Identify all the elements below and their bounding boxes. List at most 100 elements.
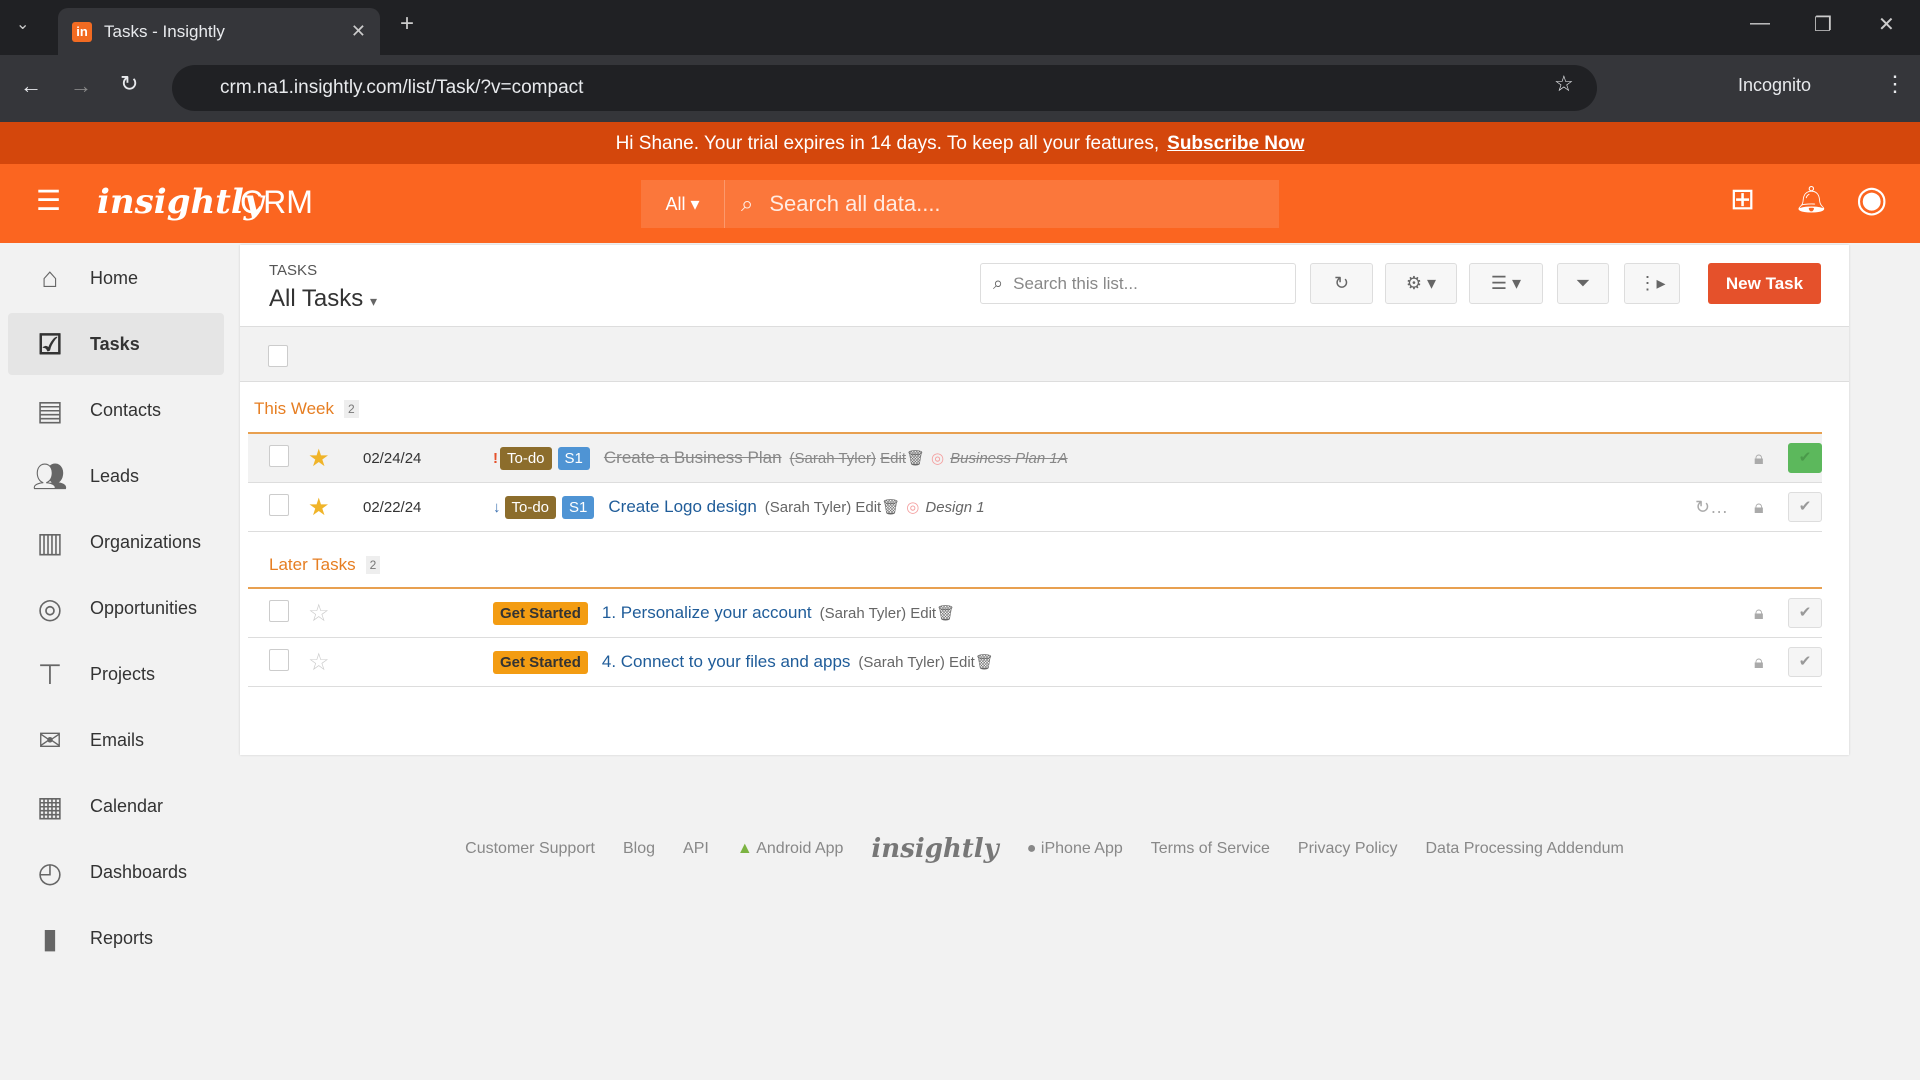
target-icon: ◎ [37,592,63,624]
task-title-link[interactable]: 4. Connect to your files and apps [602,652,851,672]
star-empty-icon[interactable]: ☆ [308,648,363,677]
star-empty-icon[interactable]: ☆ [308,599,363,628]
incognito-label[interactable]: Incognito [1738,75,1811,96]
restore-icon[interactable]: ❐ [1814,12,1832,37]
url-field[interactable]: crm.na1.insightly.com/list/Task/?v=compa… [172,65,1597,111]
sidebar-item-organizations[interactable]: ▥ Organizations [8,511,224,573]
related-record-link[interactable]: Design 1 [925,499,984,516]
footer-link-dpa[interactable]: Data Processing Addendum [1426,840,1624,858]
list-search-input[interactable]: ⌕ Search this list... [980,263,1296,304]
footer-link-iphone-app[interactable]: ● iPhone App [1027,840,1123,858]
insightly-logo[interactable]: insightly [97,182,264,222]
group-header-this-week[interactable]: This Week 2 [254,399,359,419]
bar-chart-icon: ▮ [42,922,58,954]
view-mode-dropdown[interactable]: ☰ ▾ [1469,263,1543,304]
search-scope-dropdown[interactable]: All ▾ [641,180,725,228]
star-filled-icon[interactable]: ★ [308,444,363,473]
add-icon[interactable]: ⊞ [1730,182,1755,217]
star-filled-icon[interactable]: ★ [308,493,363,522]
browser-tab-bar: ⌄ in Tasks - Insightly ✕ + — ❐ ✕ [0,0,1920,55]
trash-icon[interactable]: 🗑︎ [906,449,925,467]
group-count: 2 [344,400,359,418]
global-search-input[interactable]: Search all data.... [753,191,940,217]
sidebar-item-tasks[interactable]: ☑ Tasks [8,313,224,375]
sidebar-item-emails[interactable]: ✉ Emails [8,709,224,771]
footer-link-privacy[interactable]: Privacy Policy [1298,840,1398,858]
sidebar-item-opportunities[interactable]: ◎ Opportunities [8,577,224,639]
edit-link[interactable]: Edit [855,499,881,516]
task-checkbox[interactable] [269,649,289,671]
filter-button[interactable]: ⏷ [1557,263,1609,304]
subscribe-now-link[interactable]: Subscribe Now [1167,133,1304,155]
sidebar-item-dashboards[interactable]: ◴ Dashboards [8,841,224,903]
sidebar-item-reports[interactable]: ▮ Reports [8,907,224,969]
trash-icon[interactable]: 🗑︎ [881,498,900,516]
edit-link[interactable]: Edit [880,450,906,467]
close-window-icon[interactable]: ✕ [1878,12,1895,37]
task-row[interactable]: ★ 02/24/24 ! To-do S1 Create a Business … [248,434,1822,483]
task-checkbox[interactable] [269,494,289,516]
sidebar-item-calendar[interactable]: ▦ Calendar [8,775,224,837]
task-title-link[interactable]: 1. Personalize your account [602,603,812,623]
task-row[interactable]: ☆ Get Started 4. Connect to your files a… [248,638,1822,687]
task-row[interactable]: ☆ Get Started 1. Personalize your accoun… [248,589,1822,638]
status-badge: Get Started [493,601,588,625]
sidebar-item-contacts[interactable]: ▤ Contacts [8,379,224,441]
footer-link-blog[interactable]: Blog [623,840,655,858]
section-label: TASKS [269,262,318,279]
task-checkbox[interactable] [269,600,289,622]
sidebar-item-home[interactable]: ⌂ Home [8,247,224,309]
group-header-later-tasks[interactable]: Later Tasks 2 [269,555,381,575]
projects-icon: ⊤ [37,658,63,690]
close-tab-icon[interactable]: ✕ [351,21,366,42]
global-search[interactable]: All ▾ ⌕ Search all data.... [641,180,1279,228]
sidebar-label: Leads [90,465,140,486]
complete-task-toggle[interactable]: ✔ [1788,492,1822,522]
footer-link-customer-support[interactable]: Customer Support [465,840,595,858]
related-record-link[interactable]: Business Plan 1A [950,450,1068,467]
footer-link-terms[interactable]: Terms of Service [1151,840,1270,858]
contacts-icon: ▤ [36,394,64,426]
complete-task-toggle[interactable]: ✔ [1788,647,1822,677]
url-text: crm.na1.insightly.com/list/Task/?v=compa… [220,77,584,98]
edit-link[interactable]: Edit [910,605,936,622]
tab-search-icon[interactable]: ⌄ [16,14,29,34]
edit-link[interactable]: Edit [949,654,975,671]
refresh-button[interactable]: ↻ [1310,263,1373,304]
organizations-icon: ▥ [36,526,64,558]
columns-icon: ⋮▸ [1638,273,1666,293]
complete-task-toggle[interactable]: ✔ [1788,443,1822,473]
new-tab-icon[interactable]: + [400,10,414,38]
task-title-link[interactable]: Create Logo design [608,497,756,517]
task-row[interactable]: ★ 02/22/24 ↓ To-do S1 Create Logo design… [248,483,1822,532]
low-priority-icon: ↓ [493,498,501,516]
select-all-checkbox[interactable] [268,345,288,367]
trash-icon[interactable]: 🗑︎ [936,604,955,622]
trial-text: Hi Shane. Your trial expires in 14 days.… [615,132,1160,154]
task-checkbox[interactable] [269,445,289,467]
reload-icon[interactable]: ↻ [120,71,138,97]
user-avatar-icon[interactable]: ◉ [1856,178,1887,220]
footer-link-android-app[interactable]: ▲ Android App [737,840,844,858]
forward-icon[interactable]: → [70,73,92,99]
complete-task-toggle[interactable]: ✔ [1788,598,1822,628]
recurring-icon: ↻… [1695,496,1729,517]
new-task-button[interactable]: New Task [1708,263,1821,304]
sidebar-item-projects[interactable]: ⊤ Projects [8,643,224,705]
trash-icon[interactable]: 🗑︎ [975,653,994,671]
browser-tab[interactable]: in Tasks - Insightly ✕ [58,8,380,55]
menu-icon[interactable]: ⋮ [1884,71,1906,97]
notifications-bell-icon[interactable]: 🔔︎ [1795,184,1828,215]
sidebar-item-leads[interactable]: 👥︎ Leads [8,445,224,507]
task-title-link[interactable]: Create a Business Plan [604,448,782,468]
bookmark-star-icon[interactable]: ☆ [1554,71,1574,97]
view-selector[interactable]: All Tasks ▾ [269,285,377,313]
settings-dropdown[interactable]: ⚙ ▾ [1385,263,1457,304]
hamburger-menu-icon[interactable]: ☰ [36,184,61,217]
filter-icon: ⏷ [1575,273,1591,293]
columns-button[interactable]: ⋮▸ [1624,263,1680,304]
minimize-icon[interactable]: — [1750,12,1770,35]
footer-link-api[interactable]: API [683,840,709,858]
task-list-panel: TASKS All Tasks ▾ ⌕ Search this list... … [240,245,1849,755]
back-icon[interactable]: ← [20,73,42,99]
